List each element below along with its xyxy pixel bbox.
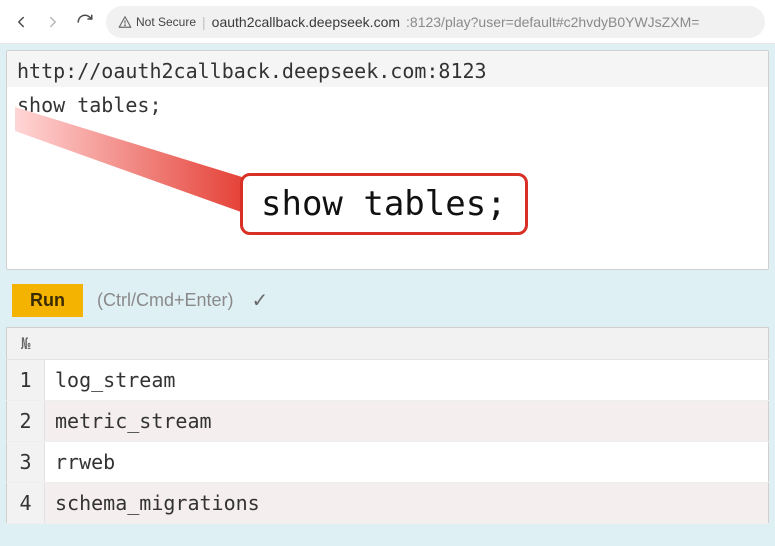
- forward-button[interactable]: [42, 11, 64, 33]
- shortcut-hint: (Ctrl/Cmd+Enter): [97, 290, 234, 311]
- run-button[interactable]: Run: [12, 284, 83, 317]
- run-bar: Run (Ctrl/Cmd+Enter) ✓: [6, 270, 769, 327]
- query-textarea[interactable]: show tables;: [7, 87, 768, 123]
- back-button[interactable]: [10, 11, 32, 33]
- not-secure-badge: Not Secure: [118, 15, 196, 29]
- not-secure-label: Not Secure: [136, 15, 196, 29]
- table-row: 1 log_stream: [7, 360, 769, 401]
- url-rest: :8123/play?user=default#c2hvdyB0YWJsZXM=: [406, 14, 699, 30]
- table-row: 3 rrweb: [7, 442, 769, 483]
- cell-name: metric_stream: [45, 401, 769, 442]
- db-url-input[interactable]: http://oauth2callback.deepseek.com:8123: [7, 51, 768, 87]
- row-number: 3: [7, 442, 45, 483]
- row-number: 2: [7, 401, 45, 442]
- url-host: oauth2callback.deepseek.com: [212, 14, 400, 30]
- row-number: 4: [7, 483, 45, 524]
- column-header-name: [45, 328, 769, 360]
- results-table: № 1 log_stream 2 metric_stream 3 rrweb 4…: [6, 327, 769, 524]
- wedge-highlight: [15, 107, 435, 227]
- cell-name: rrweb: [45, 442, 769, 483]
- status-check-icon: ✓: [252, 288, 269, 313]
- reload-button[interactable]: [74, 11, 96, 33]
- row-number-header: №: [7, 328, 45, 360]
- query-editor-card: http://oauth2callback.deepseek.com:8123 …: [6, 50, 769, 270]
- table-row: 2 metric_stream: [7, 401, 769, 442]
- page-body: http://oauth2callback.deepseek.com:8123 …: [0, 44, 775, 546]
- query-callout: show tables;: [240, 173, 528, 235]
- url-divider: |: [202, 14, 206, 30]
- address-bar[interactable]: Not Secure | oauth2callback.deepseek.com…: [106, 6, 765, 38]
- warning-icon: [118, 15, 132, 29]
- callout-overlay: show tables;: [15, 107, 760, 261]
- cell-name: log_stream: [45, 360, 769, 401]
- row-number: 1: [7, 360, 45, 401]
- table-row: 4 schema_migrations: [7, 483, 769, 524]
- cell-name: schema_migrations: [45, 483, 769, 524]
- browser-toolbar: Not Secure | oauth2callback.deepseek.com…: [0, 0, 775, 44]
